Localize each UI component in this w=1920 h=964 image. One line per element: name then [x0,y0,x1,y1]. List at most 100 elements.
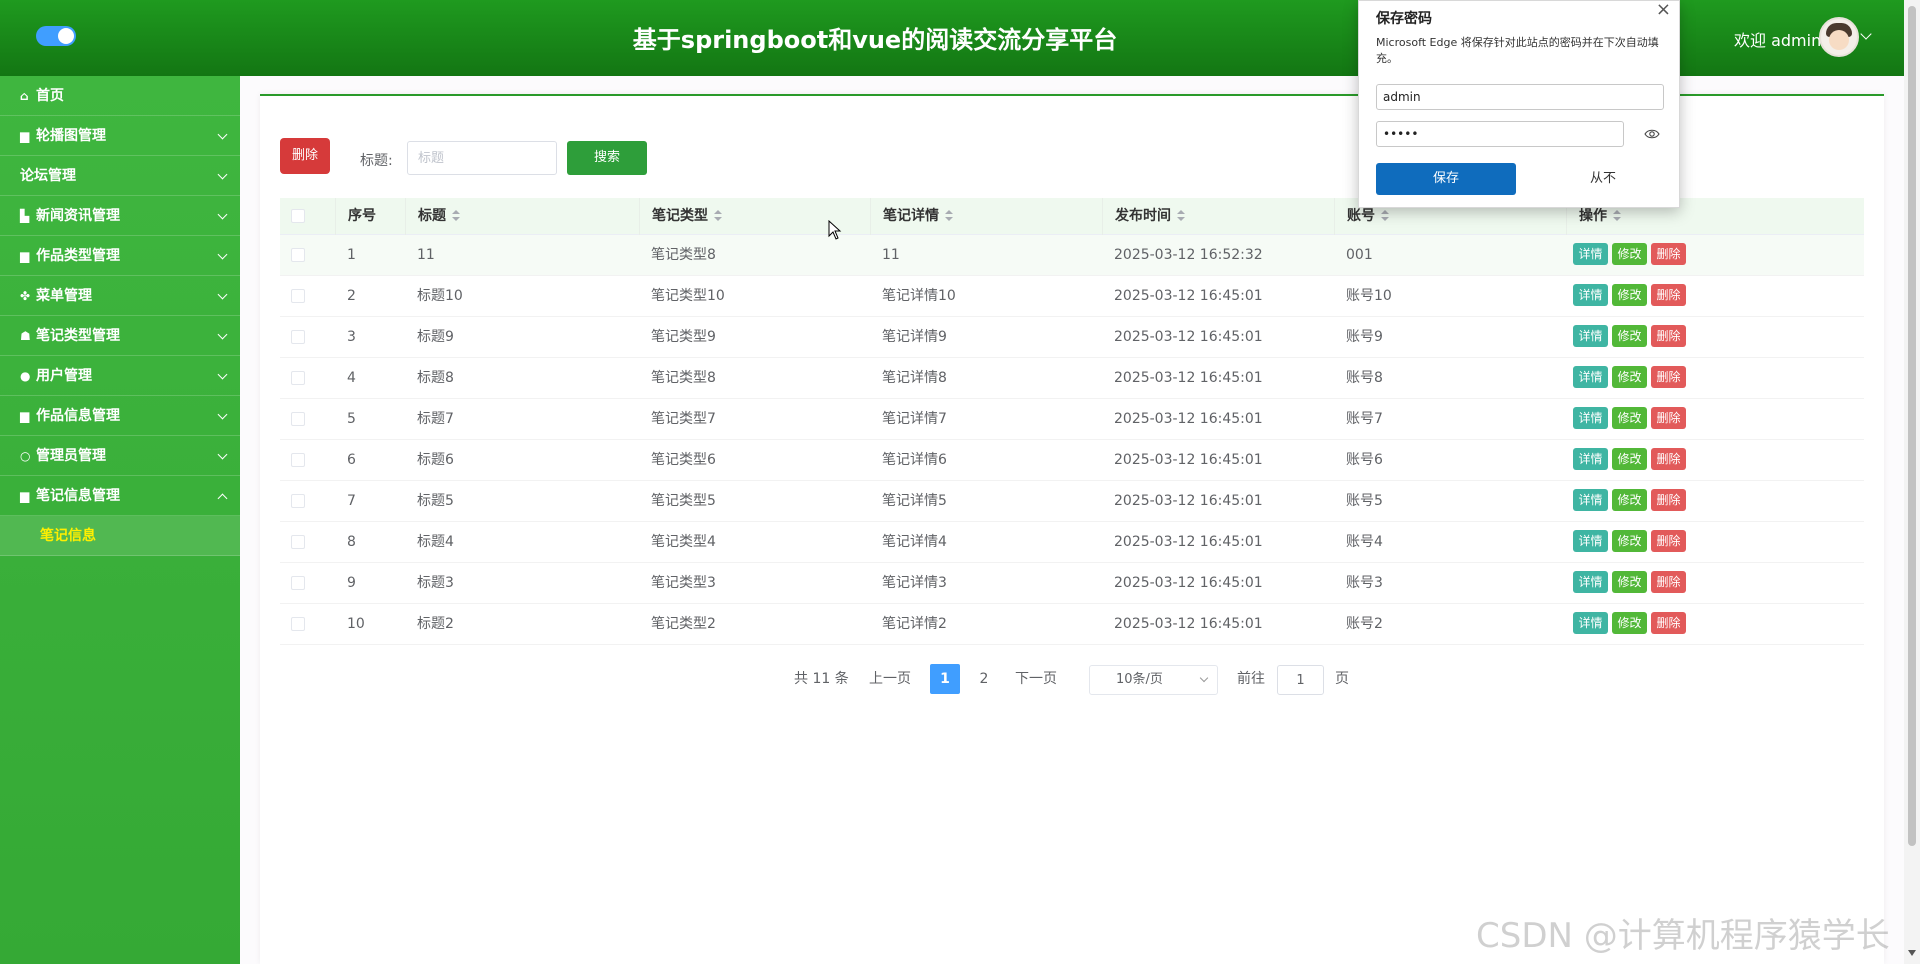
cell-index: 2 [347,288,356,304]
detail-button[interactable]: 详情 [1573,612,1608,634]
cell-account: 账号6 [1346,452,1383,468]
sort-icon [1613,210,1621,222]
row-checkbox[interactable] [291,494,305,508]
select-all-checkbox[interactable] [291,209,305,223]
search-label: 标题: [360,153,393,169]
sidebar-subitem-note-info[interactable]: 笔记信息 [0,516,240,556]
row-checkbox[interactable] [291,248,305,262]
scroll-down-arrow-icon[interactable] [1908,950,1916,956]
delete-button[interactable]: 删除 [1651,612,1686,634]
search-input[interactable] [407,141,557,175]
mouse-cursor-icon [828,220,842,240]
row-checkbox[interactable] [291,576,305,590]
delete-button[interactable]: 删除 [1651,530,1686,552]
delete-button[interactable]: 删除 [1651,366,1686,388]
never-save-button[interactable]: 从不 [1533,163,1673,195]
sidebar-item-news[interactable]: ▙ 新闻资讯管理 [0,196,240,236]
row-checkbox[interactable] [291,330,305,344]
avatar[interactable] [1819,17,1859,57]
row-checkbox[interactable] [291,617,305,631]
row-checkbox[interactable] [291,412,305,426]
edit-button[interactable]: 修改 [1612,407,1647,429]
password-field[interactable] [1376,121,1624,147]
cell-note-detail: 笔记详情9 [882,329,947,345]
edit-button[interactable]: 修改 [1612,366,1647,388]
pagination-total: 共 11 条 [794,671,849,687]
sort-icon[interactable] [714,210,722,222]
column-header-note-detail[interactable]: 笔记详情 [870,198,1102,235]
pagination-page[interactable]: 2 [969,664,999,694]
edit-button[interactable]: 修改 [1612,448,1647,470]
sidebar-item-users[interactable]: ● 用户管理 [0,356,240,396]
row-checkbox[interactable] [291,535,305,549]
row-actions: 详情 修改 删除 [1573,571,1690,593]
sidebar-item-work-type[interactable]: ▆ 作品类型管理 [0,236,240,276]
pagination-goto-input[interactable] [1277,665,1324,695]
sidebar-item-home[interactable]: ⌂ 首页 [0,76,240,116]
username-field[interactable] [1376,84,1664,110]
row-checkbox[interactable] [291,453,305,467]
save-password-button[interactable]: 保存 [1376,163,1516,195]
sidebar-item-menu[interactable]: ✤ 菜单管理 [0,276,240,316]
sort-icon[interactable] [1177,210,1185,222]
row-actions: 详情 修改 删除 [1573,448,1690,470]
edit-button[interactable]: 修改 [1612,612,1647,634]
detail-button[interactable]: 详情 [1573,571,1608,593]
delete-button[interactable]: 删除 [1651,284,1686,306]
home-icon: ⌂ [20,89,29,103]
page-size-select[interactable]: 10条/页 [1089,665,1218,695]
welcome-text: 欢迎 admin [1734,31,1822,50]
sidebar-item-admins[interactable]: ○ 管理员管理 [0,436,240,476]
detail-button[interactable]: 详情 [1573,530,1608,552]
delete-button[interactable]: 删除 [1651,243,1686,265]
row-checkbox[interactable] [291,289,305,303]
delete-button[interactable]: 删除 [1651,325,1686,347]
close-icon[interactable]: × [1656,0,1671,20]
detail-button[interactable]: 详情 [1573,284,1608,306]
cell-account: 账号8 [1346,370,1383,386]
pagination-next[interactable]: 下一页 [1015,664,1057,694]
delete-button[interactable]: 删除 [1651,407,1686,429]
eye-icon[interactable] [1644,126,1660,142]
sort-icon[interactable] [452,210,460,222]
search-button[interactable]: 搜索 [567,141,647,175]
column-header-title[interactable]: 标题 [405,198,639,235]
cell-note-type: 笔记类型2 [651,616,716,632]
detail-button[interactable]: 详情 [1573,325,1608,347]
cell-index: 1 [347,247,356,263]
cell-note-type: 笔记类型6 [651,452,716,468]
page-scrollbar[interactable] [1904,0,1920,964]
sidebar-item-forum[interactable]: 论坛管理 [0,156,240,196]
detail-button[interactable]: 详情 [1573,489,1608,511]
scrollbar-thumb[interactable] [1908,6,1916,846]
delete-button[interactable]: 删除 [1651,448,1686,470]
detail-button[interactable]: 详情 [1573,366,1608,388]
column-header-publish-time[interactable]: 发布时间 [1102,198,1334,235]
sort-icon[interactable] [1381,210,1389,222]
sort-icon[interactable] [945,210,953,222]
sidebar-item-note-info[interactable]: ▆ 笔记信息管理 [0,476,240,516]
edit-button[interactable]: 修改 [1612,284,1647,306]
edit-button[interactable]: 修改 [1612,325,1647,347]
sidebar-item-work-info[interactable]: ▆ 作品信息管理 [0,396,240,436]
edit-button[interactable]: 修改 [1612,243,1647,265]
row-checkbox[interactable] [291,371,305,385]
edit-button[interactable]: 修改 [1612,530,1647,552]
detail-button[interactable]: 详情 [1573,407,1608,429]
pagination-page[interactable]: 1 [930,664,960,694]
delete-button[interactable]: 删除 [1651,489,1686,511]
batch-delete-button[interactable]: 删除 [280,138,330,174]
pagination-prev[interactable]: 上一页 [869,664,911,694]
chevron-down-icon[interactable] [1860,28,1872,40]
sidebar-item-carousel[interactable]: ▆ 轮播图管理 [0,116,240,156]
table-row: 10 标题2 笔记类型2 笔记详情2 2025-03-12 16:45:01 账号2 详情修… [280,604,1864,645]
edit-button[interactable]: 修改 [1612,571,1647,593]
cell-note-type: 笔记类型3 [651,575,716,591]
chevron-down-icon [217,129,228,140]
delete-button[interactable]: 删除 [1651,571,1686,593]
folder-icon: ▆ [20,249,30,263]
detail-button[interactable]: 详情 [1573,448,1608,470]
detail-button[interactable]: 详情 [1573,243,1608,265]
edit-button[interactable]: 修改 [1612,489,1647,511]
sidebar-item-note-type[interactable]: ☗ 笔记类型管理 [0,316,240,356]
